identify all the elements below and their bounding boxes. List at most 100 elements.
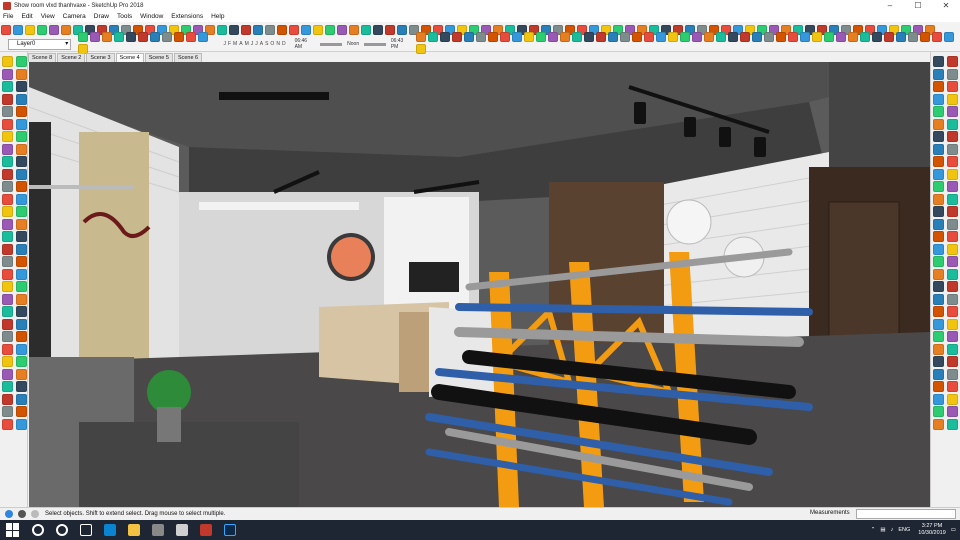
extension-tool-icon[interactable] — [655, 32, 666, 42]
extension-tool-icon[interactable] — [883, 32, 894, 42]
extension-tool-icon[interactable] — [511, 32, 522, 42]
plugin-tool-icon[interactable] — [946, 81, 958, 92]
draw-tool-icon[interactable] — [2, 393, 13, 405]
plugin-tool-icon[interactable] — [933, 393, 944, 405]
clock[interactable]: 3:27 PM 10/30/2019 — [918, 523, 946, 537]
plugin-tool-icon[interactable] — [933, 356, 944, 367]
draw-tool-icon[interactable] — [15, 268, 27, 280]
draw-tool-icon[interactable] — [2, 168, 13, 180]
plugin-tool-icon[interactable] — [933, 193, 944, 205]
store-icon[interactable] — [152, 524, 164, 536]
draw-tool-icon[interactable] — [15, 218, 27, 230]
tab-scene-5[interactable]: Scene 5 — [144, 53, 173, 62]
draw-tool-icon[interactable] — [15, 131, 27, 142]
month-jul[interactable]: J — [255, 41, 258, 47]
tab-scene-2[interactable]: Scene 2 — [57, 53, 86, 62]
menu-help[interactable]: Help — [211, 13, 224, 20]
draw-tool-icon[interactable] — [2, 143, 13, 155]
draw-tool-icon[interactable] — [2, 318, 13, 330]
extension-tool-icon[interactable] — [919, 32, 930, 42]
draw-tool-icon[interactable] — [15, 243, 27, 255]
plugin-tool-icon[interactable] — [946, 256, 958, 267]
month-dec[interactable]: D — [282, 41, 286, 47]
plugin-tool-icon[interactable] — [933, 181, 944, 192]
draw-tool-icon[interactable] — [15, 331, 27, 342]
style-tool-icon[interactable] — [78, 32, 89, 42]
plugin-tool-icon[interactable] — [946, 243, 958, 255]
draw-tool-icon[interactable] — [2, 68, 13, 80]
extension-tool-icon[interactable] — [679, 32, 690, 42]
draw-tool-icon[interactable] — [15, 368, 27, 380]
plugin-tool-icon[interactable] — [946, 318, 958, 330]
toolbar-tool-icon[interactable] — [13, 25, 23, 35]
draw-tool-icon[interactable] — [2, 218, 13, 230]
toolbar-tool-icon[interactable] — [301, 25, 311, 35]
plugin-tool-icon[interactable] — [933, 56, 944, 67]
extension-tool-icon[interactable] — [943, 32, 954, 42]
toolbar-tool-icon[interactable] — [337, 25, 347, 35]
plugin-tool-icon[interactable] — [933, 143, 944, 155]
draw-tool-icon[interactable] — [15, 118, 27, 130]
extension-tool-icon[interactable] — [763, 32, 774, 42]
tab-scene-4[interactable]: Scene 4 — [115, 53, 144, 62]
style-tool-icon[interactable] — [114, 32, 125, 42]
draw-tool-icon[interactable] — [15, 81, 27, 92]
toolbar-tool-icon[interactable] — [25, 25, 35, 35]
draw-tool-icon[interactable] — [2, 331, 13, 342]
draw-tool-icon[interactable] — [15, 281, 27, 292]
draw-tool-icon[interactable] — [2, 181, 13, 192]
plugin-tool-icon[interactable] — [946, 418, 958, 430]
plugin-tool-icon[interactable] — [933, 318, 944, 330]
draw-tool-icon[interactable] — [2, 131, 13, 142]
toolbar-tool-icon[interactable] — [349, 25, 359, 35]
draw-tool-icon[interactable] — [2, 356, 13, 367]
extension-tool-icon[interactable] — [619, 32, 630, 42]
style-tool-icon[interactable] — [150, 32, 161, 42]
plugin-tool-icon[interactable] — [933, 168, 944, 180]
shadow-months[interactable]: J F M A M J J A S O N D — [223, 41, 287, 47]
month-feb[interactable]: F — [228, 41, 231, 47]
draw-tool-icon[interactable] — [15, 93, 27, 105]
extension-tool-icon[interactable] — [463, 32, 474, 42]
info-icon[interactable] — [5, 510, 13, 518]
extension-tool-icon[interactable] — [583, 32, 594, 42]
extension-tool-icon[interactable] — [559, 32, 570, 42]
extension-tool-icon[interactable] — [427, 32, 438, 42]
shadow-time-slider[interactable] — [320, 42, 343, 46]
extension-tool-icon[interactable] — [895, 32, 906, 42]
style-tool-icon[interactable] — [138, 32, 149, 42]
draw-tool-icon[interactable] — [2, 306, 13, 317]
extension-tool-icon[interactable] — [547, 32, 558, 42]
menu-extensions[interactable]: Extensions — [171, 13, 203, 20]
draw-tool-icon[interactable] — [15, 231, 27, 242]
plugin-tool-icon[interactable] — [946, 68, 958, 80]
photoshop-icon[interactable] — [224, 524, 236, 536]
toolbar-tool-icon[interactable] — [49, 25, 59, 35]
menu-draw[interactable]: Draw — [94, 13, 109, 20]
tab-scene-3[interactable]: Scene 3 — [86, 53, 115, 62]
style-tool-icon[interactable] — [174, 32, 185, 42]
extension-tool-icon[interactable] — [439, 32, 450, 42]
month-jan[interactable]: J — [223, 41, 226, 47]
month-mar[interactable]: M — [233, 41, 237, 47]
plugin-tool-icon[interactable] — [933, 281, 944, 292]
toolbar-tool-icon[interactable] — [229, 25, 239, 35]
toolbar-tool-icon[interactable] — [313, 25, 323, 35]
extension-tool-icon[interactable] — [691, 32, 702, 42]
file-explorer-icon[interactable] — [128, 524, 140, 536]
extension-tool-icon[interactable] — [775, 32, 786, 42]
credits-icon[interactable] — [18, 510, 26, 518]
draw-tool-icon[interactable] — [2, 206, 13, 217]
extension-tool-icon[interactable] — [475, 32, 486, 42]
toolbar-tool-icon[interactable] — [265, 25, 275, 35]
draw-tool-icon[interactable] — [2, 156, 13, 167]
plugin-tool-icon[interactable] — [946, 281, 958, 292]
extension-tool-icon[interactable] — [751, 32, 762, 42]
model-viewport[interactable] — [29, 62, 930, 507]
plugin-tool-icon[interactable] — [933, 243, 944, 255]
draw-tool-icon[interactable] — [2, 256, 13, 267]
draw-tool-icon[interactable] — [2, 106, 13, 117]
plugin-tool-icon[interactable] — [933, 93, 944, 105]
plugin-tool-icon[interactable] — [946, 131, 958, 142]
shadow-time-slider-2[interactable] — [364, 42, 386, 46]
